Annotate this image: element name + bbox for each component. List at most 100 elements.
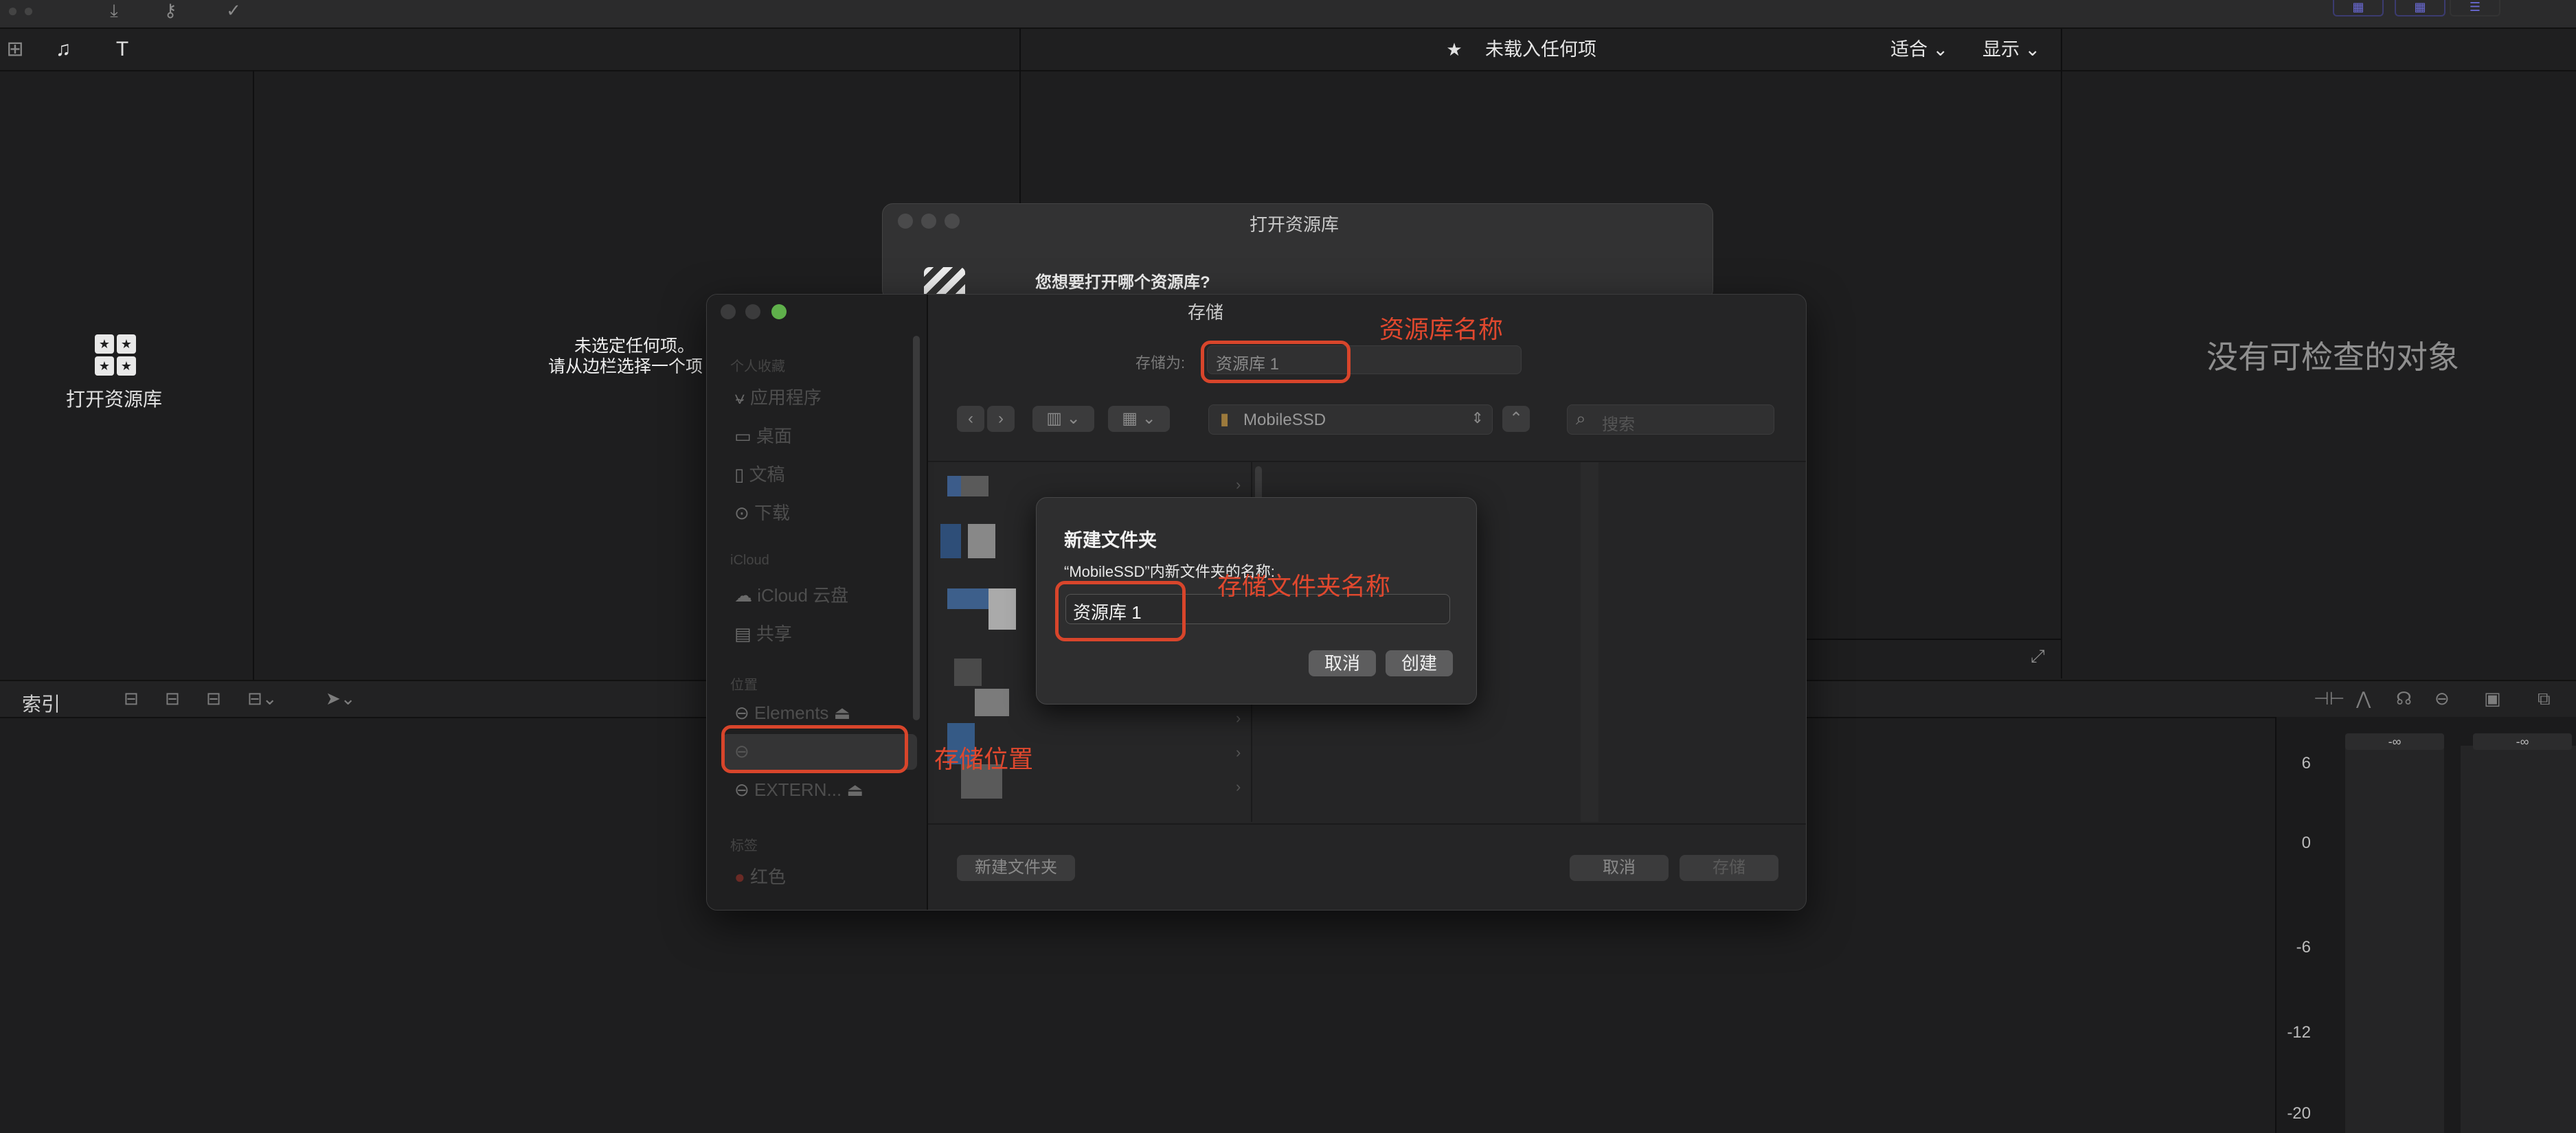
sidebar-item-icloud-drive[interactable]: ☁ iCloud 云盘: [734, 582, 848, 607]
append-clip-icon[interactable]: ⊟: [124, 688, 139, 709]
titles-icon[interactable]: T: [107, 36, 137, 63]
new-folder-button[interactable]: 新建文件夹: [957, 855, 1075, 881]
peak-left: -∞: [2345, 733, 2444, 750]
file-thumbnail: [988, 588, 1016, 630]
file-thumbnail: [961, 476, 988, 496]
sidebar-item-elements[interactable]: ⊖ Elements ⏏: [734, 702, 850, 724]
download-icon[interactable]: ⤓: [93, 0, 135, 21]
grid-view-2-icon[interactable]: ▦: [2395, 0, 2445, 16]
file-thumbnail: [947, 588, 988, 609]
file-thumbnail: [940, 524, 961, 558]
close-dot[interactable]: [898, 214, 913, 229]
sidebar-item-documents[interactable]: ▯ 文稿: [734, 461, 785, 486]
column-scrollbar-track[interactable]: [1581, 462, 1598, 822]
divider: [2061, 29, 2062, 678]
back-button[interactable]: ‹: [957, 406, 984, 432]
connect-clip-icon[interactable]: ⊟: [206, 688, 221, 709]
checkmark-icon[interactable]: ✓: [213, 0, 254, 21]
top-toolbar: ● ● ● ⤓ ⚷ ✓ ▦ ▦ ☰: [0, 0, 2576, 42]
sidebar-item-external[interactable]: ⊖ EXTERN... ⏏: [734, 779, 863, 801]
cancel-button[interactable]: 取消: [1309, 650, 1376, 676]
sidebar-item-tag-red[interactable]: ● 红色: [734, 863, 786, 889]
insert-clip-icon[interactable]: ⊟: [165, 688, 180, 709]
sidebar-scrollbar[interactable]: [913, 336, 920, 720]
minimize-dot[interactable]: [921, 214, 936, 229]
sidebar-item-desktop[interactable]: ▭ 桌面: [734, 422, 792, 448]
meter-scale-label: -12: [2287, 1023, 2311, 1042]
sidebar-section-favorites: 个人收藏: [730, 359, 785, 374]
search-icon: ⌕: [1576, 408, 1586, 428]
clip-appearance-icon[interactable]: ▣: [2484, 688, 2501, 709]
save-dialog-title: 存储: [1188, 302, 1224, 323]
snapping-icon[interactable]: ⊖: [2434, 688, 2450, 709]
headphones-icon[interactable]: ☊: [2396, 688, 2412, 709]
folder-name-highlight: [1055, 581, 1186, 641]
minimize-dot[interactable]: [745, 304, 760, 319]
dialog-question: 您想要打开哪个资源库?: [1035, 273, 1210, 292]
key-icon[interactable]: ⚷: [150, 0, 191, 21]
new-folder-title: 新建文件夹: [1064, 530, 1157, 551]
sliders-icon[interactable]: ☰: [2450, 0, 2500, 16]
search-placeholder: 搜索: [1602, 415, 1635, 434]
audio-skimming-icon[interactable]: ⋀: [2356, 688, 2371, 709]
open-library-label[interactable]: 打开资源库: [66, 385, 162, 412]
file-thumbnail: [968, 524, 995, 558]
library-name-highlight: [1201, 341, 1351, 383]
dialog-title: 打开资源库: [1250, 214, 1340, 235]
sidebar-item-downloads[interactable]: ⊙ 下载: [734, 499, 790, 525]
peak-right: -∞: [2473, 733, 2572, 750]
select-tool-icon[interactable]: ➤⌄: [326, 688, 356, 709]
open-library-dialog: 打开资源库 您想要打开哪个资源库?: [882, 203, 1713, 301]
index-button[interactable]: 索引: [22, 689, 60, 717]
skimming-icon[interactable]: ⊣⊢: [2314, 688, 2345, 709]
storage-location-highlight: [721, 725, 908, 773]
chevron-right-icon: ›: [1236, 476, 1241, 493]
sidebar-item-shared[interactable]: ▤ 共享: [734, 620, 792, 645]
search-field[interactable]: ⌕ 搜索: [1567, 404, 1774, 435]
meter-channel-left: [2345, 746, 2444, 1133]
no-selection-hint: 请从边栏选择一个项: [548, 357, 703, 376]
chevron-down-icon: ⌄: [2024, 39, 2041, 60]
meter-scale-label: 6: [2301, 754, 2311, 772]
chevron-right-icon: ›: [1236, 778, 1241, 795]
meter-channel-right: [2461, 746, 2576, 1133]
audio-meter: -∞ -∞ 6 0 -6 -12 -20: [2275, 717, 2576, 1133]
folder-name-annotation: 存储文件夹名称: [1217, 572, 1391, 600]
divider: [253, 70, 254, 680]
zoom-dot[interactable]: [771, 304, 787, 319]
save-cancel-button[interactable]: 取消: [1570, 855, 1669, 881]
save-sidebar: 个人收藏 ⍱ 应用程序 ▭ 桌面 ▯ 文稿 ⊙ 下载 iCloud ☁ iClo…: [707, 295, 928, 910]
grid-view-icon[interactable]: ▦: [2333, 0, 2384, 16]
viewer-status: 未载入任何项: [1485, 39, 1596, 60]
meter-scale-label: -6: [2296, 938, 2311, 957]
music-icon[interactable]: ♫: [48, 36, 78, 63]
chevron-down-icon: ⌄: [1932, 39, 1949, 60]
library-icon[interactable]: ★ ★ ★ ★: [95, 334, 136, 376]
location-dropdown[interactable]: ▮ MobileSSD ⇕: [1208, 404, 1493, 435]
sidebar-section-tags: 标签: [730, 838, 758, 854]
display-dropdown[interactable]: 显示 ⌄: [1982, 37, 2040, 62]
overwrite-clip-icon[interactable]: ⊟⌄: [247, 688, 278, 709]
expand-icon[interactable]: ⤢: [2031, 645, 2045, 667]
divider: [928, 823, 1806, 825]
save-as-label: 存储为:: [1136, 354, 1186, 371]
location-value: MobileSSD: [1243, 411, 1326, 429]
fit-dropdown[interactable]: 适合 ⌄: [1890, 37, 1948, 62]
group-dropdown[interactable]: ▦ ⌄: [1108, 406, 1170, 432]
sidebar-item-applications[interactable]: ⍱ 应用程序: [734, 384, 822, 409]
chevron-right-icon: ›: [1236, 744, 1241, 761]
meter-scale-label: -20: [2287, 1104, 2311, 1123]
zoom-dot[interactable]: [945, 214, 960, 229]
view-mode-dropdown[interactable]: ▥ ⌄: [1032, 406, 1094, 432]
secondary-header: ⊞ ♫ T ★ 未载入任何项 适合 ⌄ 显示 ⌄: [0, 29, 2576, 71]
clapper-icon[interactable]: ⊞: [0, 36, 30, 63]
chevron-right-icon: ›: [1236, 709, 1241, 726]
sidebar-section-locations: 位置: [730, 678, 758, 693]
timeline-index-icon[interactable]: ⧉: [2538, 688, 2551, 710]
close-dot[interactable]: [721, 304, 736, 319]
forward-button[interactable]: ›: [987, 406, 1015, 432]
collapse-button[interactable]: ⌃: [1502, 406, 1530, 432]
sidebar-section-icloud: iCloud: [730, 553, 769, 568]
create-button[interactable]: 创建: [1386, 650, 1453, 676]
save-button[interactable]: 存储: [1680, 855, 1778, 881]
